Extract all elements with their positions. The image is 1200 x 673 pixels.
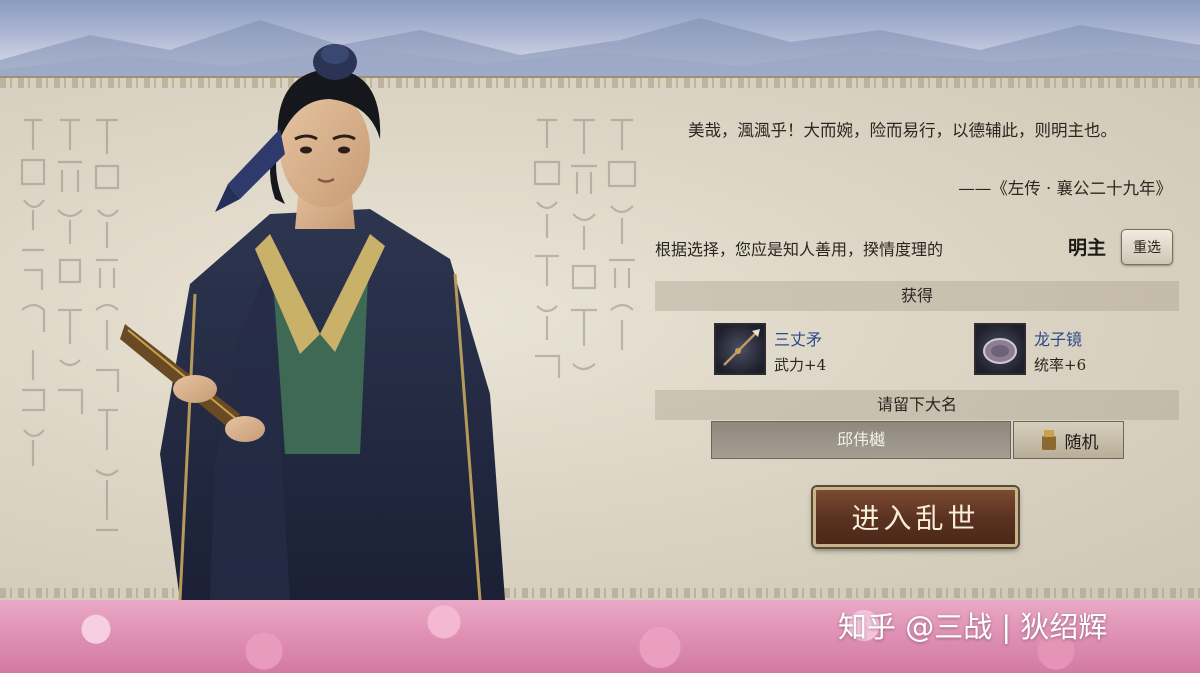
watermark-text: 知乎 @三战 | 狄绍辉 (838, 610, 1108, 644)
enter-game-button[interactable]: 进入乱世 (813, 487, 1018, 547)
classic-quote: 美哉，渢渢乎！大而婉，险而易行，以德辅此，则明主也。 (688, 121, 1117, 140)
random-name-button[interactable]: 随机 (1013, 421, 1124, 459)
reward-item-stat: 武力+4 (774, 356, 827, 374)
reward-item-stat: 统率+6 (1034, 356, 1087, 374)
seal-script-poem-left (20, 118, 120, 532)
rewards-header: 获得 (655, 281, 1179, 311)
reselect-button[interactable]: 重选 (1121, 229, 1173, 265)
personality-result-text: 根据选择，您应是知人善用，揆情度理的 (655, 240, 944, 259)
spear-icon[interactable] (714, 323, 766, 375)
ruler-type-label: 明主 (1068, 237, 1107, 259)
naming-header: 请留下大名 (655, 390, 1179, 420)
character-name-field[interactable]: 邱伟樾 (711, 421, 1011, 459)
mirror-icon[interactable] (974, 323, 1026, 375)
reward-item-name: 龙子镜 (1034, 330, 1083, 349)
quote-source: ——《左传 · 襄公二十九年》 (958, 179, 1172, 198)
seal-script-poem-right (533, 118, 637, 378)
reward-item-name: 三丈矛 (774, 330, 823, 349)
character-portrait (120, 44, 505, 600)
dice-cup-icon (1041, 430, 1056, 450)
random-name-label: 随机 (1064, 432, 1099, 453)
